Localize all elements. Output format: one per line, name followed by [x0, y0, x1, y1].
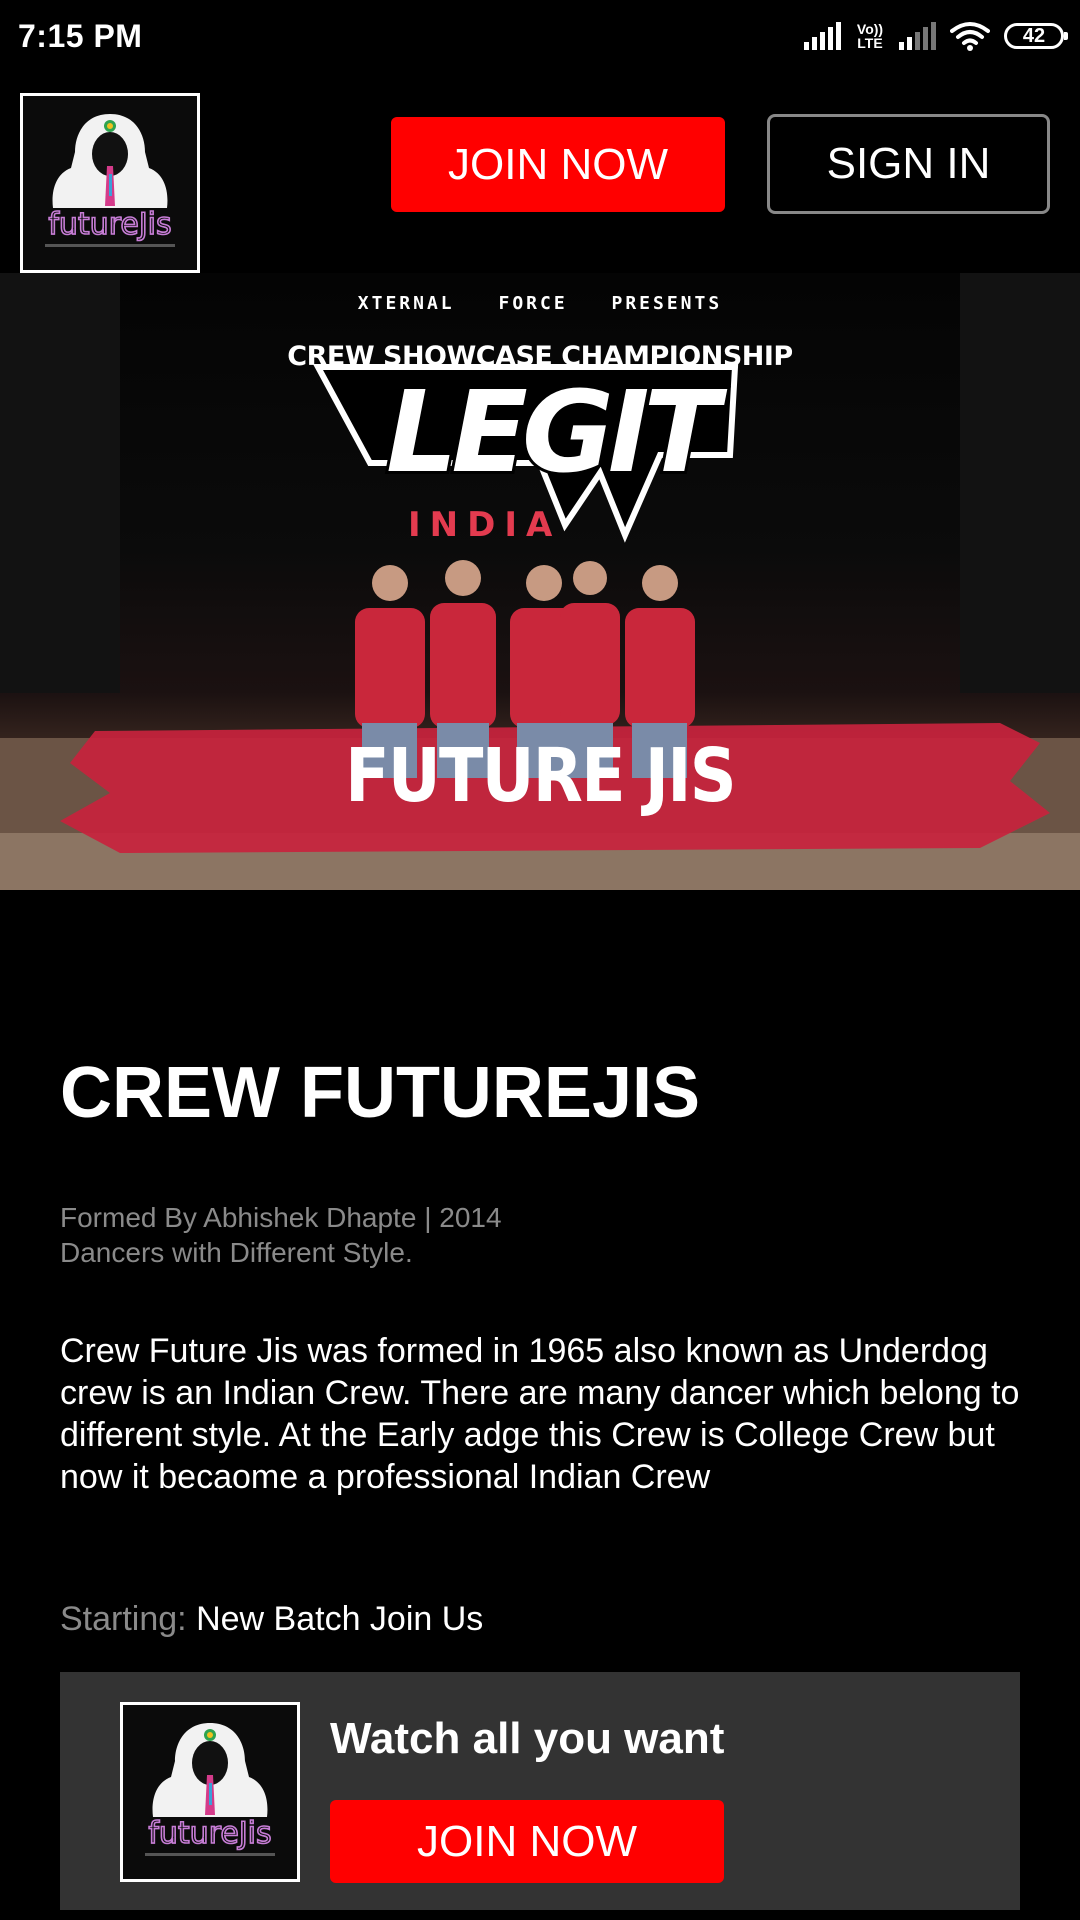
card-logo: futureJis: [120, 1702, 300, 1882]
card-heading: Watch all you want: [330, 1714, 725, 1763]
signal-icon-secondary: [899, 22, 936, 50]
svg-text:futureJis: futureJis: [148, 1816, 271, 1851]
crew-meta: Formed By Abhishek Dhapte | 2014 Dancers…: [60, 1200, 502, 1270]
wifi-icon: [950, 22, 990, 51]
futurejis-logo-icon: futureJis: [23, 96, 197, 270]
volte-icon: Vo)) LTE: [856, 21, 884, 51]
hero-image: XTERNAL FORCE PRESENTS CREW SHOWCASE CHA…: [0, 273, 1080, 890]
card-join-now-button[interactable]: JOIN NOW: [330, 1800, 724, 1883]
starting-value: New Batch Join Us: [196, 1600, 484, 1638]
hero-legit-text: LEGIT: [383, 368, 723, 498]
status-icons: Vo)) LTE 42: [804, 18, 1068, 54]
starting-info: Starting: New Batch Join Us: [60, 1600, 483, 1639]
signal-icon: [804, 22, 841, 50]
hero-presents-text: XTERNAL FORCE PRESENTS: [357, 293, 723, 314]
sign-in-button[interactable]: SIGN IN: [767, 114, 1050, 214]
futurejis-logo-icon: futureJis: [123, 1705, 297, 1879]
status-bar: 7:15 PM Vo)) LTE 42: [0, 0, 1080, 72]
page-title: CREW FUTUREJIS: [60, 1053, 701, 1133]
status-time: 7:15 PM: [18, 18, 143, 54]
hero-india-text: INDIA: [408, 505, 562, 545]
tagline-text: Dancers with Different Style.: [60, 1237, 413, 1268]
join-now-button[interactable]: JOIN NOW: [391, 117, 725, 212]
promo-card: futureJis Watch all you want JOIN NOW: [60, 1672, 1020, 1910]
hero-crew-banner: FUTURE JIS: [345, 733, 736, 819]
app-logo[interactable]: futureJis: [20, 93, 200, 273]
crew-description: Crew Future Jis was formed in 1965 also …: [60, 1332, 1020, 1496]
starting-label: Starting:: [60, 1600, 187, 1638]
svg-text:futureJis: futureJis: [48, 207, 171, 242]
formed-by-text: Formed By Abhishek Dhapte | 2014: [60, 1202, 502, 1233]
battery-level: 42: [1022, 24, 1046, 47]
battery-icon: 42: [1004, 23, 1068, 49]
